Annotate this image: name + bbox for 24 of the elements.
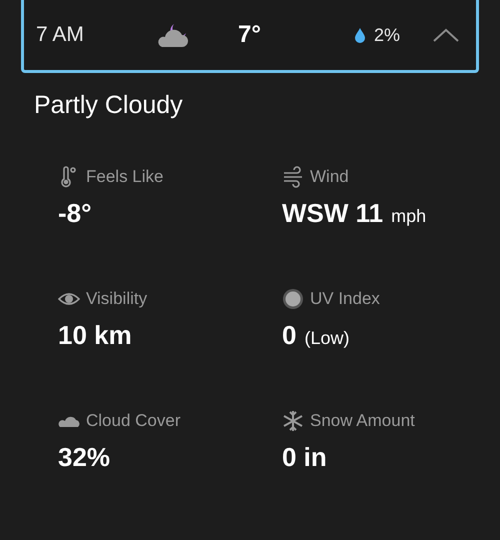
detail-unit: (Low) xyxy=(304,328,350,349)
wind-icon xyxy=(282,166,304,188)
detail-value: WSW 11 xyxy=(282,198,384,229)
detail-value: 32% xyxy=(58,442,110,473)
detail-label: Visibility xyxy=(86,289,148,309)
detail-value: 0 xyxy=(282,320,296,351)
snow-icon xyxy=(282,410,304,432)
collapse-icon[interactable] xyxy=(432,27,460,43)
detail-unit: mph xyxy=(391,206,426,227)
hour-temperature: 7° xyxy=(238,21,262,49)
condition-title: Partly Cloudy xyxy=(34,91,184,120)
detail-value: 10 km xyxy=(58,320,132,351)
detail-label: Feels Like xyxy=(86,167,164,187)
detail-label: Cloud Cover xyxy=(86,411,180,431)
detail-value: -8° xyxy=(58,198,92,229)
detail-label: UV Index xyxy=(310,289,380,309)
hour-time: 7 AM xyxy=(36,23,85,47)
raindrop-icon xyxy=(354,27,366,43)
detail-label: Wind xyxy=(310,167,349,187)
detail-value: 0 in xyxy=(282,442,327,473)
detail-label: Snow Amount xyxy=(310,411,415,431)
precipitation-chance: 2% xyxy=(374,24,402,46)
uv-icon xyxy=(282,288,304,310)
hour-row[interactable]: 7 AM 7° 2% xyxy=(21,0,479,73)
